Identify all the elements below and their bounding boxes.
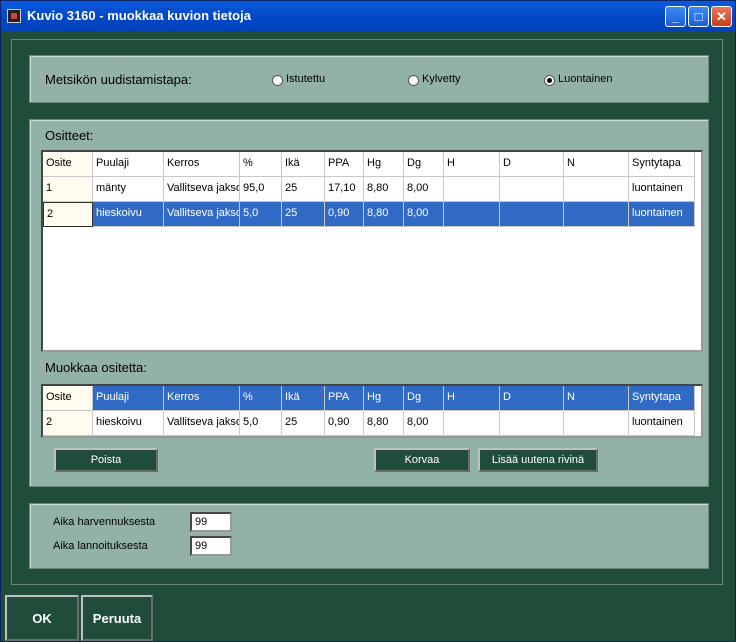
cell[interactable]: Osite bbox=[43, 386, 93, 411]
cancel-button[interactable]: Peruuta bbox=[81, 595, 153, 641]
thinning-label: Aika harvennuksesta bbox=[53, 516, 156, 528]
cell[interactable]: 1 bbox=[43, 177, 93, 202]
cell[interactable]: N bbox=[564, 152, 629, 177]
radio-kylvetty-label: Kylvetty bbox=[422, 73, 461, 85]
cell[interactable]: D bbox=[500, 152, 564, 177]
fertilization-input[interactable] bbox=[190, 536, 232, 556]
cell[interactable]: D bbox=[500, 386, 564, 411]
cell[interactable]: Osite bbox=[43, 152, 93, 177]
cell[interactable] bbox=[500, 411, 564, 436]
cell[interactable]: 8,80 bbox=[364, 202, 404, 227]
cell[interactable]: Syntytapa bbox=[629, 152, 695, 177]
cell[interactable]: 17,10 bbox=[325, 177, 364, 202]
cell[interactable] bbox=[444, 177, 500, 202]
cell[interactable]: Dg bbox=[404, 152, 444, 177]
cell[interactable]: luontainen bbox=[629, 202, 695, 227]
ok-button[interactable]: OK bbox=[5, 595, 79, 641]
cell[interactable]: 0,90 bbox=[325, 202, 364, 227]
cell[interactable]: Hg bbox=[364, 152, 404, 177]
cell[interactable] bbox=[500, 202, 564, 227]
cell[interactable]: 2 bbox=[43, 411, 93, 436]
strata-label: Ositteet: bbox=[45, 128, 94, 143]
radio-luontainen-label: Luontainen bbox=[558, 73, 613, 85]
dialog-window: Kuvio 3160 - muokkaa kuvion tietoja _ □ … bbox=[0, 0, 736, 642]
cell[interactable]: 25 bbox=[282, 177, 325, 202]
cell[interactable]: luontainen bbox=[629, 411, 695, 436]
window-title: Kuvio 3160 - muokkaa kuvion tietoja bbox=[27, 8, 251, 23]
maximize-button[interactable]: □ bbox=[688, 6, 709, 27]
cell[interactable]: mänty bbox=[93, 177, 164, 202]
cell[interactable]: hieskoivu bbox=[93, 411, 164, 436]
cell[interactable]: 0,90 bbox=[325, 411, 364, 436]
cell[interactable]: Dg bbox=[404, 386, 444, 411]
cell[interactable]: PPA bbox=[325, 152, 364, 177]
cell[interactable]: Ikä bbox=[282, 152, 325, 177]
close-button[interactable]: ✕ bbox=[711, 6, 732, 27]
thinning-input[interactable] bbox=[190, 512, 232, 532]
cell[interactable]: 5,0 bbox=[240, 411, 282, 436]
cell[interactable] bbox=[444, 202, 500, 227]
edit-label: Muokkaa ositetta: bbox=[45, 360, 147, 375]
cell[interactable]: 8,80 bbox=[364, 177, 404, 202]
cell[interactable]: Vallitseva jakso bbox=[164, 177, 240, 202]
cell[interactable]: 8,00 bbox=[404, 177, 444, 202]
cell[interactable]: Hg bbox=[364, 386, 404, 411]
cell[interactable]: 5,0 bbox=[240, 202, 282, 227]
strata-panel: Ositteet: Osite Puulaji Kerros% Ikä PPA Hg Dg H… bbox=[29, 119, 709, 487]
cell[interactable]: Vallitseva jakso bbox=[164, 202, 240, 227]
cell[interactable] bbox=[564, 202, 629, 227]
cell[interactable]: Puulaji bbox=[93, 386, 164, 411]
add-new-row-button[interactable]: Lisää uutena rivinä bbox=[478, 448, 598, 472]
fertilization-label: Aika lannoituksesta bbox=[53, 540, 148, 552]
replace-button[interactable]: Korvaa bbox=[374, 448, 470, 472]
cell[interactable]: % bbox=[240, 386, 282, 411]
cell[interactable]: H bbox=[444, 386, 500, 411]
regeneration-label: Metsikön uudistamistapa: bbox=[45, 72, 192, 87]
cell[interactable]: Puulaji bbox=[93, 152, 164, 177]
cell[interactable] bbox=[444, 411, 500, 436]
cell[interactable]: 8,00 bbox=[404, 411, 444, 436]
app-icon bbox=[7, 9, 21, 23]
title-bar[interactable]: Kuvio 3160 - muokkaa kuvion tietoja _ □ … bbox=[1, 1, 735, 31]
radio-istutettu-label: Istutettu bbox=[286, 73, 326, 85]
radio-istutettu[interactable] bbox=[272, 75, 283, 86]
cell[interactable]: Ikä bbox=[282, 386, 325, 411]
cell[interactable]: PPA bbox=[325, 386, 364, 411]
cell[interactable]: 8,00 bbox=[404, 202, 444, 227]
cell[interactable]: luontainen bbox=[629, 177, 695, 202]
cell[interactable]: 2 bbox=[43, 202, 93, 227]
minimize-button[interactable]: _ bbox=[665, 6, 686, 27]
cell[interactable]: 25 bbox=[282, 411, 325, 436]
cell[interactable]: 8,80 bbox=[364, 411, 404, 436]
cell[interactable]: Kerros bbox=[164, 152, 240, 177]
cell[interactable]: Kerros bbox=[164, 386, 240, 411]
cell[interactable]: hieskoivu bbox=[93, 202, 164, 227]
cell[interactable]: H bbox=[444, 152, 500, 177]
cell[interactable]: 95,0 bbox=[240, 177, 282, 202]
times-panel: Aika harvennuksesta Aika lannoituksesta bbox=[29, 503, 709, 569]
cell[interactable]: Vallitseva jakso bbox=[164, 411, 240, 436]
cell[interactable]: % bbox=[240, 152, 282, 177]
strata-table[interactable]: Osite Puulaji Kerros% Ikä PPA Hg Dg H D N Syntytap… bbox=[41, 150, 703, 352]
regeneration-panel: Metsikön uudistamistapa: Istutettu Kylve… bbox=[29, 55, 709, 103]
delete-button[interactable]: Poista bbox=[54, 448, 158, 472]
radio-luontainen[interactable] bbox=[544, 75, 555, 86]
cell[interactable] bbox=[500, 177, 564, 202]
cell[interactable]: N bbox=[564, 386, 629, 411]
cell[interactable] bbox=[564, 411, 629, 436]
edit-table[interactable]: Osite Puulaji Kerros% Ikä PPA Hg Dg H D N Syntytap… bbox=[41, 384, 703, 438]
radio-kylvetty[interactable] bbox=[408, 75, 419, 86]
cell[interactable]: Syntytapa bbox=[629, 386, 695, 411]
cell[interactable] bbox=[564, 177, 629, 202]
cell[interactable]: 25 bbox=[282, 202, 325, 227]
